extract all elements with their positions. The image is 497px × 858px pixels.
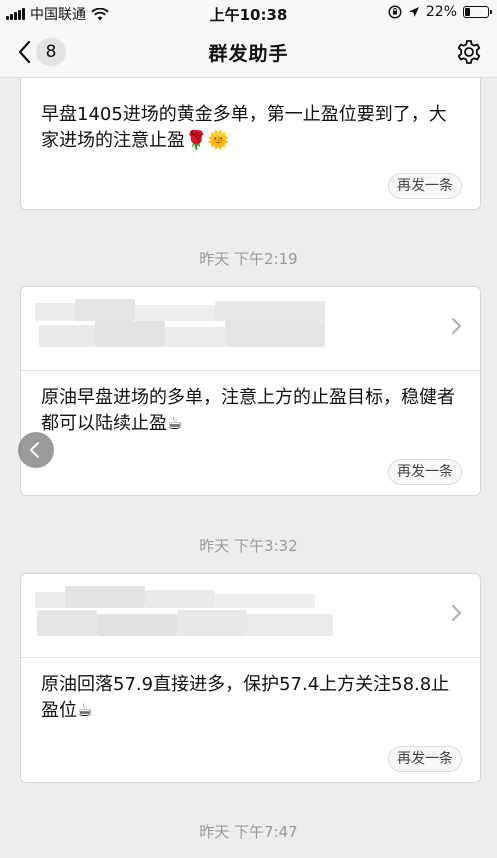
blurred-recipients	[35, 297, 335, 359]
chevron-right-icon	[451, 604, 462, 622]
page-title: 群发助手	[208, 43, 289, 65]
battery-percent: 22%	[425, 4, 457, 20]
timestamp: 昨天 下午3:32	[199, 537, 298, 555]
floating-back-button[interactable]	[18, 432, 54, 468]
chevron-right-icon	[451, 317, 462, 335]
status-right: 22%	[388, 4, 492, 20]
lock-rotation-icon	[388, 5, 402, 19]
timestamp: 昨天 下午7:47	[199, 823, 298, 841]
blurred-recipients	[35, 584, 335, 646]
broadcast-message-card: 原油回落57.9直接进多，保护57.4上方关注58.8止盈位☕ 再发一条	[20, 573, 481, 783]
broadcast-message-card: 原油早盘进场的多单，注意上方的止盈目标，稳健者都可以陆续止盈☕ 再发一条	[20, 286, 481, 496]
resend-button[interactable]: 再发一条	[388, 459, 462, 485]
battery-icon	[463, 6, 492, 18]
timestamp: 昨天 下午2:19	[199, 250, 298, 268]
gear-icon[interactable]	[455, 38, 483, 66]
chevron-left-icon	[30, 442, 39, 458]
nav-bar: 8 群发助手	[0, 26, 497, 78]
broadcast-message-card: 早盘1405进场的黄金多单，第一止盈位要到了，大家进场的注意止盈🌹🌞 再发一条	[20, 78, 481, 210]
recipient-list-row[interactable]	[21, 574, 480, 658]
location-icon	[408, 7, 419, 17]
recipient-list-row[interactable]	[21, 287, 480, 371]
message-text: 原油早盘进场的多单，注意上方的止盈目标，稳健者都可以陆续止盈☕	[41, 387, 455, 434]
resend-button[interactable]: 再发一条	[388, 173, 462, 199]
status-bar: 中国联通 上午10:38 22%	[0, 0, 497, 26]
message-text: 原油回落57.9直接进多，保护57.4上方关注58.8止盈位☕	[41, 674, 450, 721]
resend-button[interactable]: 再发一条	[388, 746, 462, 772]
message-text: 早盘1405进场的黄金多单，第一止盈位要到了，大家进场的注意止盈🌹🌞	[41, 104, 447, 151]
